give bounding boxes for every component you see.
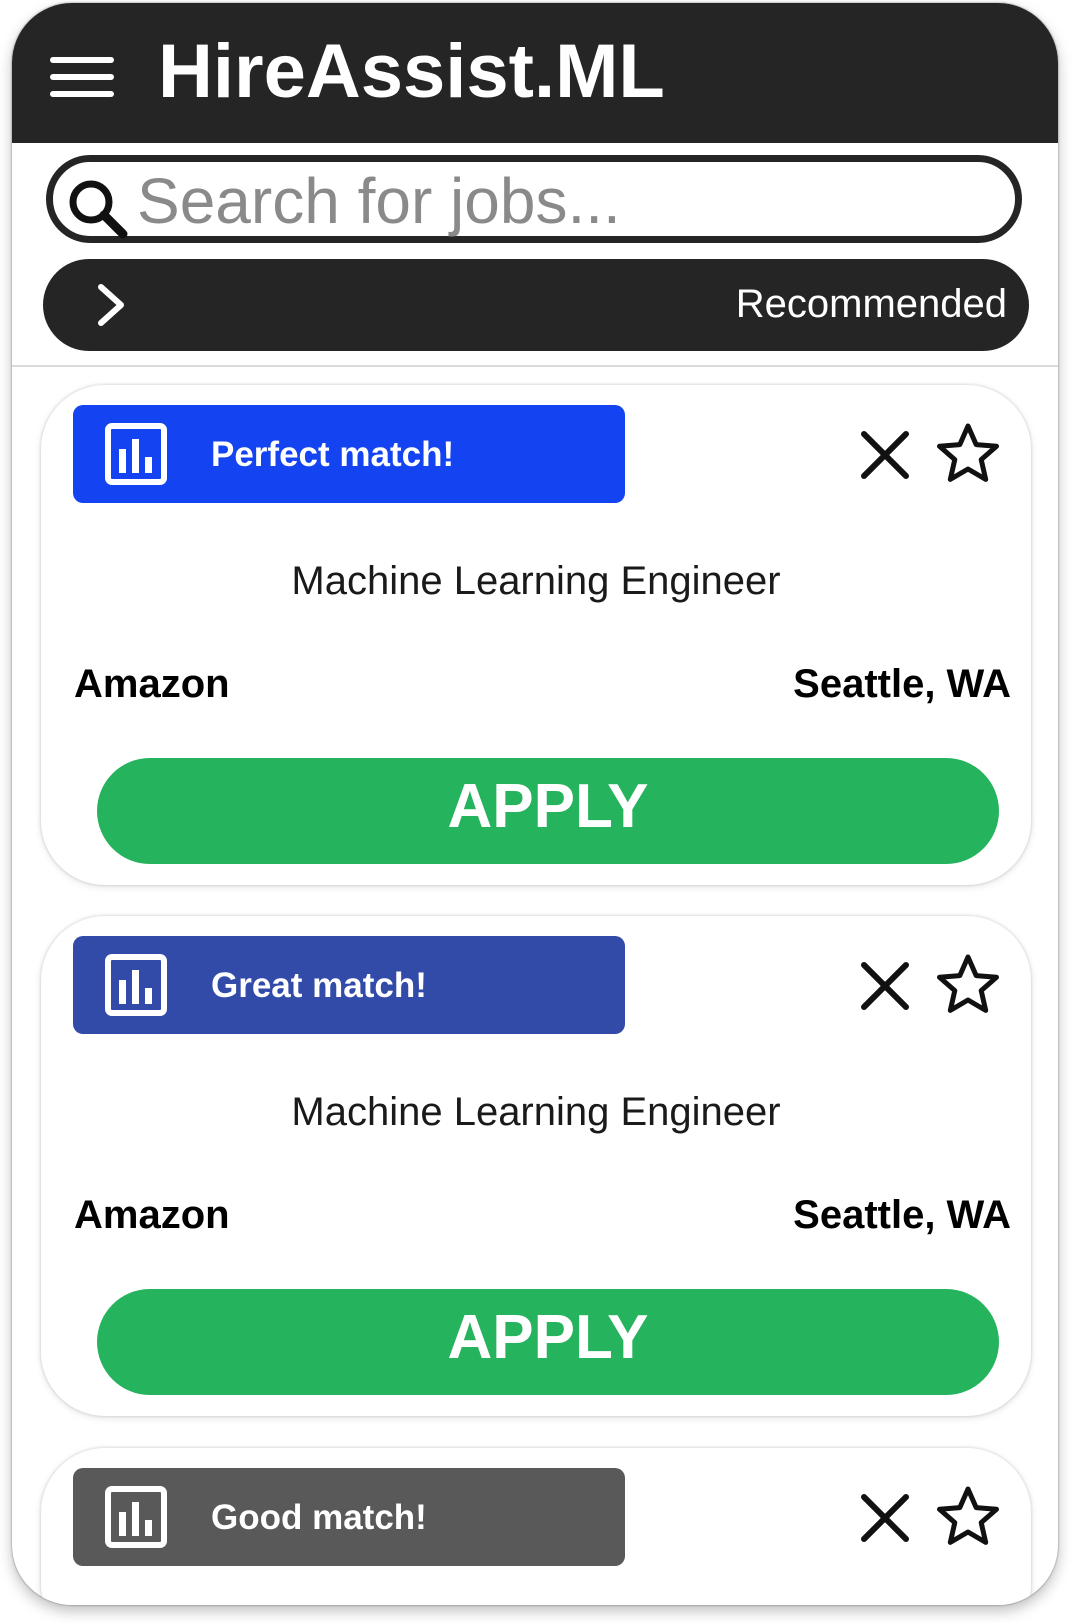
close-icon[interactable] bbox=[859, 429, 911, 481]
apply-button[interactable]: APPLY bbox=[97, 758, 999, 864]
match-label: Great match! bbox=[211, 966, 427, 1005]
apply-button[interactable]: APPLY bbox=[97, 1289, 999, 1395]
match-label: Perfect match! bbox=[211, 435, 455, 474]
bar-chart-icon bbox=[105, 423, 167, 485]
bar-chart-icon bbox=[105, 1486, 167, 1548]
star-icon[interactable] bbox=[936, 953, 1000, 1017]
star-icon[interactable] bbox=[936, 1485, 1000, 1549]
job-card[interactable]: Great match! Machine Learning Engineer A… bbox=[41, 916, 1031, 1416]
job-card[interactable]: Perfect match! Machine Learning Engineer… bbox=[41, 385, 1031, 885]
job-card[interactable]: Good match! bbox=[41, 1448, 1031, 1605]
match-badge: Great match! bbox=[73, 936, 625, 1034]
app-title: HireAssist.ML bbox=[158, 29, 665, 114]
job-title: Machine Learning Engineer bbox=[291, 559, 781, 603]
job-title: Machine Learning Engineer bbox=[291, 1090, 781, 1134]
menu-icon[interactable] bbox=[50, 55, 114, 99]
divider bbox=[12, 365, 1058, 367]
apply-label: APPLY bbox=[447, 1303, 649, 1372]
apply-label: APPLY bbox=[447, 772, 649, 841]
match-badge: Good match! bbox=[73, 1468, 625, 1566]
app-header: HireAssist.ML bbox=[12, 3, 1058, 143]
search-bar[interactable] bbox=[46, 155, 1022, 243]
sort-label: Recommended bbox=[735, 282, 1007, 326]
company-name: Amazon bbox=[74, 1193, 230, 1237]
app-screen: HireAssist.ML Recommended Perfect match! bbox=[12, 3, 1058, 1605]
bar-chart-icon bbox=[105, 954, 167, 1016]
star-icon[interactable] bbox=[936, 422, 1000, 486]
company-name: Amazon bbox=[74, 662, 230, 706]
close-icon[interactable] bbox=[859, 960, 911, 1012]
job-location: Seattle, WA bbox=[793, 662, 1011, 706]
match-label: Good match! bbox=[211, 1498, 427, 1537]
chevron-right-icon bbox=[98, 284, 124, 326]
job-location: Seattle, WA bbox=[793, 1193, 1011, 1237]
search-icon bbox=[69, 180, 128, 239]
close-icon[interactable] bbox=[859, 1492, 911, 1544]
search-input[interactable] bbox=[137, 164, 997, 238]
match-badge: Perfect match! bbox=[73, 405, 625, 503]
sort-dropdown[interactable]: Recommended bbox=[43, 259, 1029, 351]
